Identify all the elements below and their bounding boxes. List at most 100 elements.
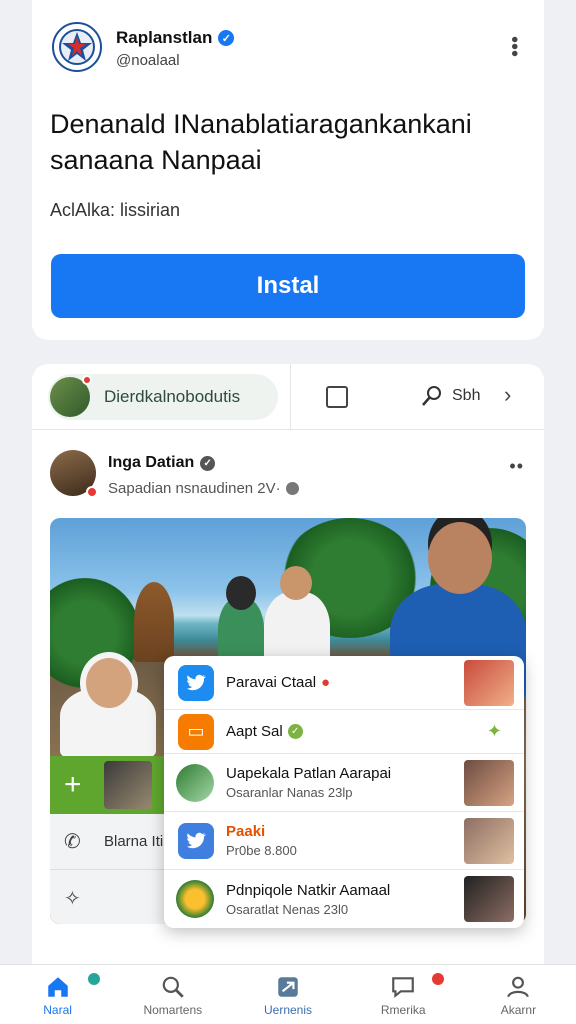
list-item-text: Uapekala Patlan Aarapai Osaranlar Nanas …: [226, 765, 464, 800]
bird-glyph: [186, 674, 206, 690]
thumbnail-image: [464, 876, 514, 922]
chevron-right-icon[interactable]: ›: [504, 382, 511, 408]
person-head-image: [226, 576, 256, 610]
install-button[interactable]: Instal: [51, 254, 525, 318]
list-item-subtitle: Pr0be 8.800: [226, 843, 297, 858]
subline: AclAlka: lissirian: [50, 200, 181, 220]
bird-icon: [178, 822, 214, 859]
bottom-nav: Naral Nomartens Uernenis Rmerika Akarnr: [0, 964, 576, 1024]
quick-bar: Dierdkalnobodutis Sbh ›: [32, 364, 544, 430]
list-item-title: Uapekala Patlan Aarapai: [226, 765, 392, 782]
more-options-icon[interactable]: ••: [509, 456, 524, 477]
thumbnail-image: [464, 659, 514, 706]
search-icon: [422, 386, 441, 406]
list-item[interactable]: Paravai Ctaal ●: [164, 656, 524, 710]
checkbox-icon[interactable]: [326, 386, 348, 408]
list-item-title-text: Aapt Sal: [226, 723, 283, 740]
list-item-subtitle: Osaratlat Nenas 23l0: [226, 901, 349, 917]
plus-icon: +: [64, 768, 82, 801]
verified-icon: ✓: [200, 455, 216, 471]
search-button[interactable]: Sbh: [420, 384, 480, 408]
install-card: Raplanstlan ✓ @noalaal ••• Denanald INan…: [32, 0, 544, 340]
story-pill[interactable]: Dierdkalnobodutis: [48, 374, 278, 420]
story-pill-label: Dierdkalnobodutis: [104, 387, 241, 406]
nav-send-label: Uernenis: [263, 1002, 313, 1017]
nav-profile[interactable]: Akarnr: [461, 965, 576, 1024]
thumbnail-image: [464, 759, 514, 806]
send-icon: [278, 976, 298, 997]
home-icon: [47, 976, 68, 997]
post-meta: Sapadian nsnaudinen 2V·: [108, 480, 299, 497]
verified-icon: ✓: [218, 30, 235, 46]
list-item-text: Pdnpiqole Natkir Aamaal Osaratlat Nenas …: [226, 882, 464, 917]
app-icon: ▭: [178, 713, 214, 750]
person-head-image: [86, 658, 132, 708]
person-head-image: [428, 522, 492, 594]
notification-dot: [431, 973, 444, 985]
status-dot: [86, 486, 98, 498]
avatar: [50, 375, 92, 417]
author-avatar[interactable]: [50, 450, 98, 498]
pavilion-image: [134, 582, 174, 662]
notification-dot: [82, 375, 92, 385]
person-head-image: [280, 566, 312, 600]
nav-profile-label: Akarnr: [500, 1002, 537, 1017]
thumbnail-image: [104, 761, 152, 809]
emoji-icon: ●: [321, 674, 331, 691]
nav-chat[interactable]: Rmerika: [346, 965, 461, 1024]
avatar: [176, 880, 214, 918]
post-author[interactable]: Inga Datian ✓: [108, 454, 216, 472]
list-item-title: Paaki: [226, 823, 266, 840]
list-item-text: Paravai Ctaal ●: [226, 674, 464, 691]
notification-dot: [88, 973, 100, 985]
app-name[interactable]: Raplanstlan ✓: [116, 28, 235, 48]
list-item-title: Paravai Ctaal ●: [226, 674, 464, 691]
list-item-text: Paaki Pr0be 8.800: [226, 823, 464, 858]
share-overlay: Paravai Ctaal ● ▭ Aapt Sal ✓ ✦ Uapekala …: [164, 656, 524, 928]
nav-search[interactable]: Nomartens: [115, 965, 230, 1024]
post-header: Inga Datian ✓ Sapadian nsnaudinen 2V· ••: [50, 450, 526, 500]
avatar: [176, 763, 214, 802]
person-icon: [507, 976, 530, 997]
more-options-icon[interactable]: •••: [503, 36, 525, 57]
bird-glyph: [186, 832, 206, 848]
list-item-title-text: Paravai Ctaal: [226, 674, 317, 691]
phone-icon: ✆: [64, 831, 81, 853]
list-item[interactable]: Paaki Pr0be 8.800: [164, 812, 524, 870]
search-label: Sbh: [452, 387, 481, 404]
post-author-name: Inga Datian: [108, 454, 195, 471]
app-handle: @noalaal: [116, 52, 180, 69]
globe-icon: [285, 482, 299, 495]
post-meta-text: Sapadian nsnaudinen 2V·: [108, 480, 281, 497]
list-item-text: Aapt Sal ✓: [226, 723, 487, 740]
call-row-label: Blarna Iti: [104, 833, 164, 850]
nav-search-label: Nomartens: [143, 1002, 203, 1017]
sparkle-row[interactable]: ✧: [50, 870, 170, 924]
list-item-title: Pdnpiqole Natkir Aamaal: [226, 881, 391, 899]
bird-icon: [178, 664, 214, 701]
call-row[interactable]: ✆ Blarna Iti: [50, 814, 170, 870]
list-item[interactable]: Pdnpiqole Natkir Aamaal Osaratlat Nenas …: [164, 870, 524, 928]
thumbnail-image: [464, 817, 514, 864]
app-name-text: Raplanstlan: [116, 28, 213, 47]
nav-home[interactable]: Naral: [0, 965, 115, 1024]
list-item[interactable]: ▭ Aapt Sal ✓ ✦: [164, 710, 524, 754]
side-actions: + ✆ Blarna Iti ✧: [50, 756, 170, 924]
sparkle-icon: ✧: [64, 887, 81, 910]
nav-home-label: Naral: [43, 1002, 72, 1017]
list-item-subtitle: Osaranlar Nanas 23lp: [226, 785, 353, 800]
nav-send[interactable]: Uernenis: [230, 965, 345, 1024]
list-item[interactable]: Uapekala Patlan Aarapai Osaranlar Nanas …: [164, 754, 524, 812]
app-logo[interactable]: [52, 22, 102, 72]
verified-icon: ✓: [287, 724, 303, 739]
star-emblem-icon: [59, 29, 95, 65]
search-icon: [162, 976, 184, 998]
headline: Denanald INanablatiaragankankani sanaana…: [50, 109, 472, 175]
nav-chat-label: Rmerika: [380, 1002, 426, 1017]
sparkle-icon: ✦: [486, 721, 502, 741]
divider: [290, 364, 291, 430]
chat-icon: [392, 976, 415, 998]
add-button[interactable]: +: [50, 756, 170, 814]
app-header: Raplanstlan ✓ @noalaal •••: [52, 22, 525, 82]
list-item-title: Aapt Sal ✓: [226, 723, 487, 740]
